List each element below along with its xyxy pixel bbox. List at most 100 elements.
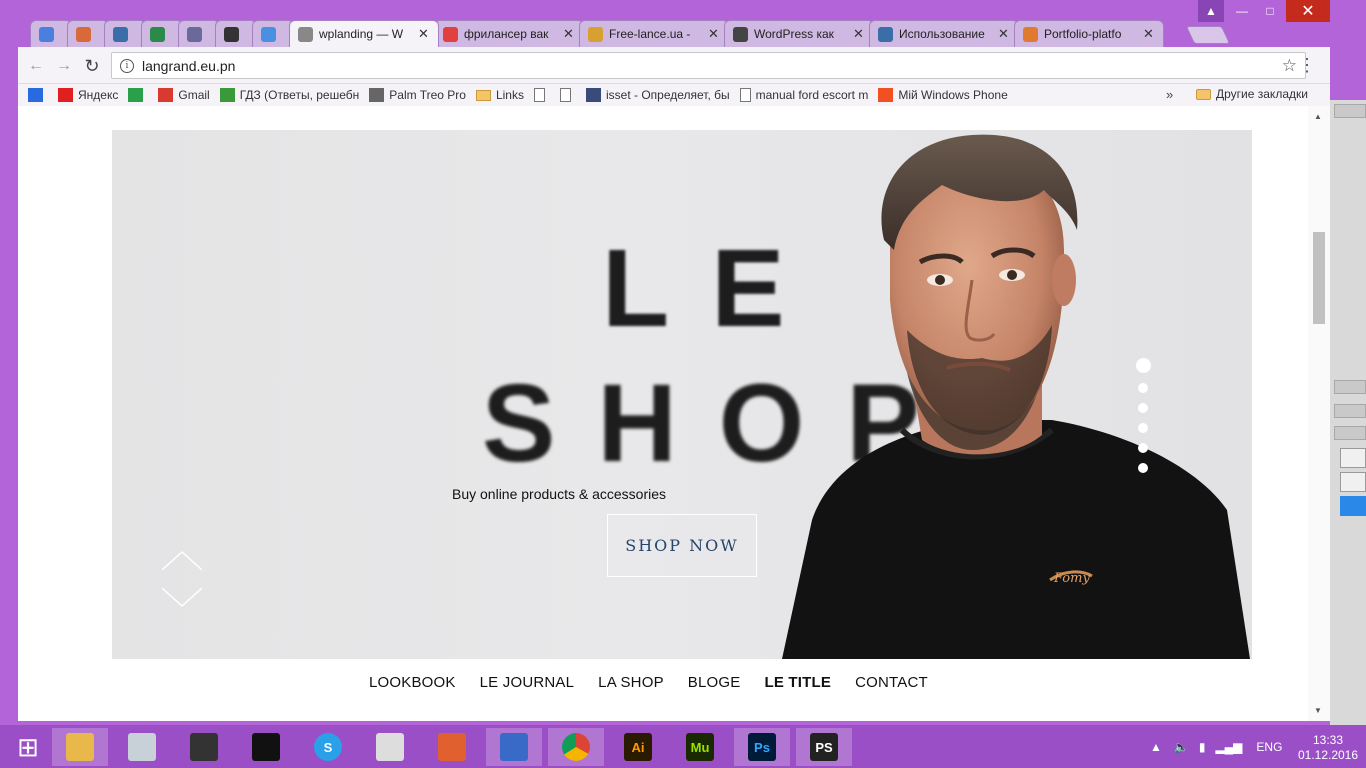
- chrome-app[interactable]: [548, 728, 604, 766]
- tab-title: WordPress как: [754, 27, 834, 41]
- bookmark-item[interactable]: manual ford escort m: [739, 88, 868, 102]
- clock-time: 13:33: [1312, 733, 1344, 747]
- site-info-icon[interactable]: i: [120, 58, 134, 73]
- bookmark-label: Яндекс: [78, 88, 119, 102]
- volume-icon[interactable]: 🔈: [1174, 740, 1189, 754]
- photoshop-app-icon: Ps: [748, 733, 776, 761]
- slider-dot[interactable]: [1138, 463, 1148, 473]
- illustrator-app[interactable]: Ai: [610, 728, 666, 766]
- minimize-button[interactable]: —: [1228, 0, 1256, 22]
- muse-app[interactable]: Mu: [672, 728, 728, 766]
- bookmark-item[interactable]: [559, 88, 576, 102]
- page-icon: [533, 88, 545, 102]
- other-bookmarks-label: Другие закладки: [1216, 87, 1308, 101]
- pinned-tab[interactable]: [30, 20, 72, 47]
- panel-header: [1334, 380, 1366, 394]
- bookmark-item[interactable]: [128, 88, 148, 102]
- scrollbar-thumb[interactable]: [1313, 232, 1325, 324]
- close-tab-icon[interactable]: ✕: [418, 26, 430, 42]
- photoshop-app[interactable]: Ps: [734, 728, 790, 766]
- page-scrollbar[interactable]: ▲ ▼: [1308, 106, 1330, 721]
- start-button[interactable]: ⊞: [0, 728, 56, 766]
- bookmark-item[interactable]: Gmail: [158, 88, 210, 102]
- browser-tab[interactable]: wplanding — W ✕: [289, 20, 439, 47]
- bookmark-label: Мій Windows Phone: [898, 88, 1008, 102]
- nav-link-le-journal[interactable]: LE JOURNAL: [480, 674, 575, 691]
- back-button[interactable]: ←: [26, 56, 46, 76]
- pinned-tab[interactable]: [67, 20, 109, 47]
- panel-button-active[interactable]: [1340, 496, 1366, 516]
- pinned-tab[interactable]: [178, 20, 220, 47]
- maximize-button[interactable]: □: [1256, 0, 1284, 22]
- slider-dot[interactable]: [1138, 443, 1148, 453]
- podcast-app[interactable]: [176, 728, 232, 766]
- panel-button[interactable]: [1340, 472, 1366, 492]
- signal-icon[interactable]: ▂▄▆: [1215, 740, 1242, 754]
- monitor-app[interactable]: [114, 728, 170, 766]
- browser-tab[interactable]: Portfolio-platfo ✕: [1014, 20, 1164, 47]
- bookmark-item[interactable]: Мій Windows Phone: [878, 88, 1008, 102]
- reload-button[interactable]: ↻: [82, 56, 102, 76]
- bookmark-item[interactable]: Яндекс: [58, 88, 118, 102]
- slider-prev-icon[interactable]: [162, 550, 202, 572]
- pinned-tab[interactable]: [141, 20, 183, 47]
- bookmark-item[interactable]: [28, 88, 48, 102]
- megaphone-app[interactable]: [362, 728, 418, 766]
- slider-next-icon[interactable]: [162, 586, 202, 608]
- bookmark-item[interactable]: [533, 88, 550, 102]
- bookmarks-overflow-button[interactable]: »: [1166, 87, 1173, 102]
- nav-link-lookbook[interactable]: LOOKBOOK: [369, 674, 456, 691]
- bookmark-item[interactable]: ГДЗ (Ответы, решебн: [219, 88, 359, 102]
- tab-title: Free-lance.ua -: [609, 27, 691, 41]
- close-tab-icon[interactable]: ✕: [853, 26, 865, 42]
- pinned-tab[interactable]: [104, 20, 146, 47]
- close-tab-icon[interactable]: ✕: [708, 26, 720, 42]
- bookmark-item[interactable]: Palm Treo Pro: [369, 88, 466, 102]
- file-explorer[interactable]: [52, 728, 108, 766]
- battery-icon[interactable]: ▮: [1199, 740, 1206, 754]
- slider-dot[interactable]: [1135, 358, 1151, 373]
- close-tab-icon[interactable]: ✕: [1143, 26, 1155, 42]
- google-translate-icon: [39, 26, 54, 42]
- language-indicator[interactable]: ENG: [1256, 740, 1282, 754]
- terminal-app[interactable]: [238, 728, 294, 766]
- scroll-up-icon[interactable]: ▲: [1314, 112, 1322, 121]
- phpstorm-app[interactable]: PS: [796, 728, 852, 766]
- paint-app[interactable]: [424, 728, 480, 766]
- close-tab-icon[interactable]: ✕: [563, 26, 575, 42]
- bookmark-item[interactable]: Links: [475, 88, 524, 102]
- profile-button[interactable]: ▲: [1198, 0, 1224, 22]
- skype-app[interactable]: S: [300, 728, 356, 766]
- nav-link-le-title[interactable]: LE TITLE: [764, 674, 831, 691]
- slider-dot[interactable]: [1138, 423, 1148, 433]
- browser-tab[interactable]: фрилансер вак ✕: [434, 20, 584, 47]
- nav-link-bloge[interactable]: BLOGE: [688, 674, 741, 691]
- address-bar[interactable]: i langrand.eu.pn ☆: [111, 52, 1306, 79]
- forward-button[interactable]: →: [54, 56, 74, 76]
- scroll-down-icon[interactable]: ▼: [1314, 706, 1322, 715]
- bookmark-star-icon[interactable]: ☆: [1282, 56, 1297, 76]
- browser-tab[interactable]: WordPress как ✕: [724, 20, 874, 47]
- tray-expand-icon[interactable]: ▲: [1150, 740, 1162, 754]
- shop-now-button[interactable]: SHOP NOW: [607, 514, 757, 577]
- slider-dot[interactable]: [1138, 403, 1148, 413]
- chrome-app-icon: [562, 733, 590, 761]
- app-icon: [76, 26, 91, 42]
- browser-tab[interactable]: Free-lance.ua - ✕: [579, 20, 729, 47]
- pinned-tab[interactable]: [252, 20, 294, 47]
- close-tab-icon[interactable]: ✕: [998, 26, 1010, 42]
- other-bookmarks[interactable]: Другие закладки: [1196, 87, 1308, 101]
- nav-link-contact[interactable]: CONTACT: [855, 674, 928, 691]
- slider-dot[interactable]: [1138, 383, 1148, 393]
- browser-menu-button[interactable]: ⋮: [1298, 56, 1316, 76]
- clock[interactable]: 13:33 01.12.2016: [1296, 733, 1360, 763]
- new-tab-button[interactable]: [1185, 26, 1231, 44]
- browser-tab[interactable]: Использование ✕: [869, 20, 1019, 47]
- pinned-tab[interactable]: [215, 20, 257, 47]
- panel-button[interactable]: [1340, 448, 1366, 468]
- close-button[interactable]: ✕: [1286, 0, 1330, 22]
- nav-link-la-shop[interactable]: LA SHOP: [598, 674, 664, 691]
- url-text[interactable]: langrand.eu.pn: [142, 58, 235, 74]
- bookmark-item[interactable]: isset - Определяет, бы: [585, 88, 730, 102]
- save-app[interactable]: [486, 728, 542, 766]
